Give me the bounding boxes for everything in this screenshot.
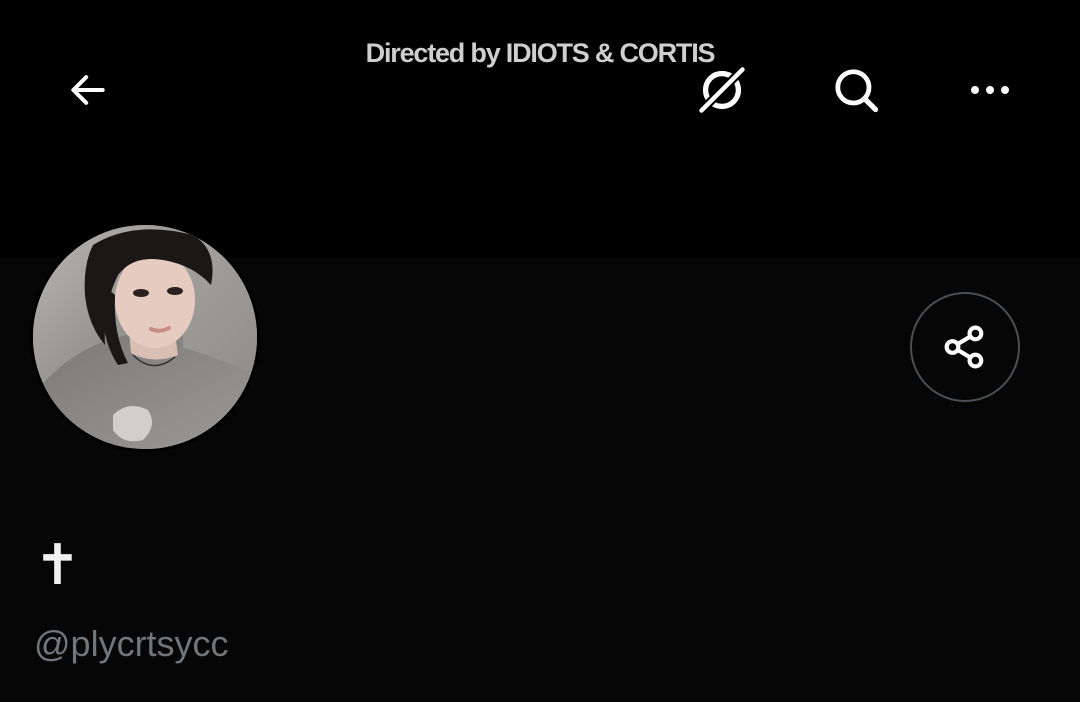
search-button[interactable] bbox=[824, 58, 888, 122]
avatar[interactable] bbox=[30, 222, 260, 452]
banner-text: Directed by IDIOTS & CORTIS bbox=[365, 38, 716, 68]
avatar-photo bbox=[33, 225, 257, 449]
arrow-left-icon bbox=[71, 75, 105, 105]
share-icon bbox=[944, 325, 984, 369]
username-handle: @plycrtsycc bbox=[34, 623, 229, 664]
grok-icon bbox=[697, 65, 747, 115]
grok-button[interactable] bbox=[690, 58, 754, 122]
search-icon bbox=[835, 69, 879, 113]
profile-banner[interactable]: Directed by IDIOTS & CORTIS bbox=[0, 0, 1080, 258]
more-horizontal-icon bbox=[971, 86, 1009, 94]
display-name: ✝ bbox=[34, 533, 81, 598]
share-profile-button[interactable] bbox=[910, 292, 1020, 402]
back-button[interactable] bbox=[56, 58, 120, 122]
more-options-button[interactable] bbox=[958, 58, 1022, 122]
